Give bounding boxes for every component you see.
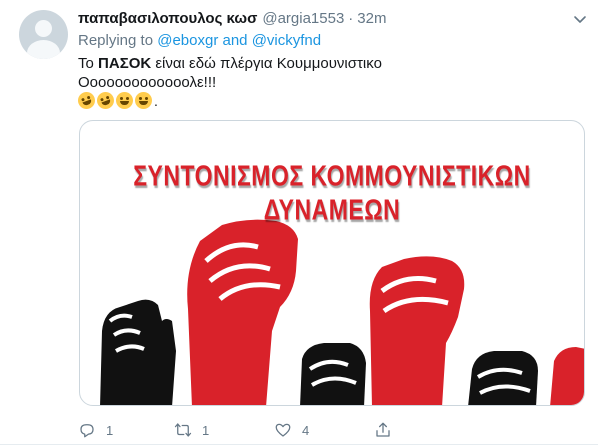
black-fist-left <box>100 299 176 405</box>
tweet-actions: 1 1 4 <box>78 418 418 442</box>
avatar[interactable] <box>19 10 68 59</box>
emoji-line: . <box>75 89 158 112</box>
reply-count: 1 <box>106 422 114 438</box>
retweet-button[interactable]: 1 <box>174 418 209 442</box>
like-count: 4 <box>302 422 310 438</box>
rolling-on-floor-laughing-icon <box>94 89 117 112</box>
replying-to: Replying to @eboxgr and @vickyfnd <box>78 32 321 49</box>
black-fist-middle <box>300 343 366 405</box>
separator-dot: · <box>348 10 354 27</box>
avatar-head <box>35 20 52 37</box>
share-icon <box>376 422 390 437</box>
bold-word: ΠΑΣΟΚ <box>98 55 152 72</box>
reply-button[interactable]: 1 <box>78 418 113 442</box>
black-fist-right <box>468 351 538 405</box>
image-banner-text: ΣΥΝΤΟΝΙΣΜΟΣ ΚΟΜΜΟΥΝΙΣΤΙΚΩΝ ΔΥΝΑΜΕΩΝ <box>133 159 531 226</box>
user-handle[interactable]: @argia1553 <box>262 10 344 27</box>
text-part: Το <box>78 55 99 72</box>
mention-link[interactable]: @eboxgr <box>157 32 218 49</box>
emoji-suffix: . <box>154 93 158 109</box>
timestamp[interactable]: 32m <box>357 10 386 27</box>
text-part: είναι εδώ πλέργια Κουμμουνιστικο <box>151 55 382 72</box>
display-name[interactable]: παπαβασιλοπουλος κωσ <box>78 10 257 27</box>
mention-link[interactable]: @vickyfnd <box>252 32 321 49</box>
red-fist-1 <box>187 219 298 405</box>
loudly-crying-face-icon <box>135 92 152 109</box>
winking-face-with-tongue-icon <box>116 92 133 109</box>
avatar-body <box>27 40 60 59</box>
like-icon <box>275 423 291 437</box>
reply-icon <box>80 424 94 438</box>
share-button[interactable] <box>374 418 392 442</box>
like-button[interactable]: 4 <box>274 418 309 442</box>
replying-to-label: Replying to <box>78 32 154 49</box>
retweet-icon <box>174 423 192 437</box>
retweet-count: 1 <box>202 422 210 438</box>
and-label: and <box>222 32 248 49</box>
caret-down-icon[interactable] <box>573 12 587 26</box>
red-fist-2 <box>369 256 465 405</box>
tweet-text: Το ΠΑΣΟΚ είναι εδώ πλέργια Κουμμουνιστικ… <box>78 54 578 92</box>
red-fist-3 <box>550 347 584 405</box>
rolling-on-floor-laughing-icon <box>75 89 98 112</box>
tweet[interactable]: παπαβασιλοπουλος κωσ @argia1553 · 32m Re… <box>0 0 598 445</box>
text-line-2: Οοοοοοοοοοοοολε!!! <box>78 74 217 91</box>
tweet-header: παπαβασιλοπουλος κωσ @argia1553 · 32m <box>78 10 386 30</box>
